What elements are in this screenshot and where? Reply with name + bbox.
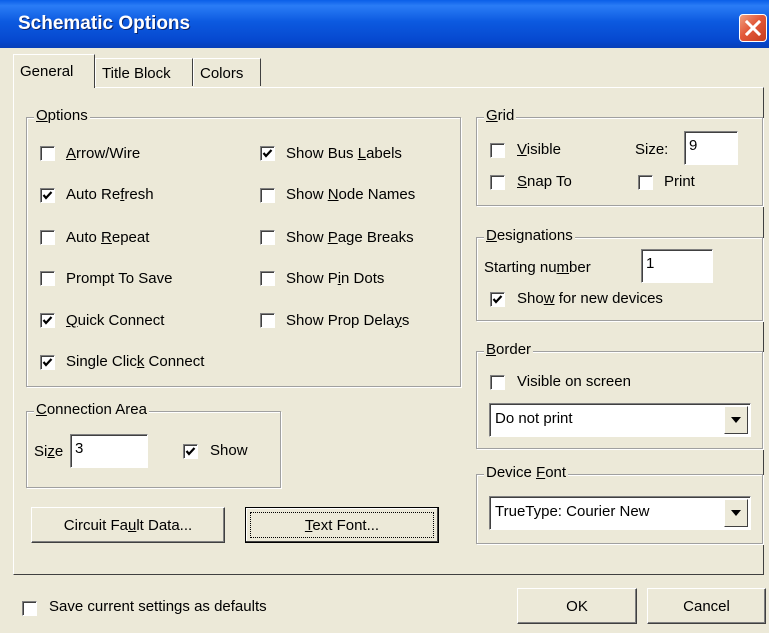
connection-show-label[interactable]: Show [210,442,248,459]
show-prop-delays-checkbox[interactable] [260,313,275,328]
text-font-button[interactable]: Text Font... [245,507,439,543]
tab-title-block[interactable]: Title Block [95,58,193,86]
tab-general[interactable]: General [13,54,95,88]
close-icon [745,20,761,36]
device-font-dropdown-button[interactable] [724,499,748,527]
grid-snap-checkbox[interactable] [490,175,505,190]
grid-print-checkbox[interactable] [638,175,653,190]
show-prop-delays-label[interactable]: Show Prop Delays [286,312,409,329]
grid-visible-checkbox[interactable] [490,143,505,158]
border-legend: Border [484,341,534,358]
show-pin-dots-label[interactable]: Show Pin Dots [286,270,384,287]
connection-size-label: Size [34,443,64,460]
cancel-button[interactable]: Cancel [647,588,766,624]
border-visible-checkbox[interactable] [490,375,505,390]
ok-label: OK [566,598,588,615]
grid-size-input[interactable]: 9 [684,131,738,165]
device-font-value: TrueType: Courier New [495,503,650,520]
grid-snap-label[interactable]: Snap To [517,173,572,190]
grid-size-label: Size: [635,141,669,158]
title-bar[interactable]: Schematic Options [0,0,769,48]
grid-visible-label[interactable]: Visible [517,141,561,158]
quick-connect-checkbox[interactable] [40,313,55,328]
chevron-down-icon [731,510,741,516]
prompt-to-save-checkbox[interactable] [40,271,55,286]
checkmark-icon [262,149,273,158]
ok-button[interactable]: OK [517,588,637,624]
device-font-select[interactable]: TrueType: Courier New [489,496,751,530]
starting-number-input[interactable]: 1 [641,249,713,283]
border-print-select[interactable]: Do not print [489,403,751,437]
tab-title-block-label: Title Block [102,65,171,82]
device-font-legend: Device Font [484,464,569,481]
grid-print-label[interactable]: Print [664,173,695,190]
border-print-dropdown-button[interactable] [724,406,748,434]
show-node-names-checkbox[interactable] [260,188,275,203]
border-print-value: Do not print [495,410,573,427]
tab-colors-label: Colors [200,65,244,82]
close-button[interactable] [739,14,767,42]
quick-connect-label[interactable]: Quick Connect [66,312,164,329]
checkmark-icon [42,191,53,200]
save-defaults-checkbox[interactable] [22,601,37,616]
auto-refresh-label[interactable]: Auto Refresh [66,186,154,203]
show-bus-labels-checkbox[interactable] [260,146,275,161]
options-legend: Options [34,107,90,124]
designations-legend: Designations [484,227,575,244]
connection-size-input[interactable]: 3 [70,434,148,468]
starting-number-label: Starting number [484,259,591,276]
designations-group [476,237,763,321]
show-page-breaks-checkbox[interactable] [260,230,275,245]
chevron-down-icon [731,417,741,423]
show-bus-labels-label[interactable]: Show Bus Labels [286,145,402,162]
show-pin-dots-checkbox[interactable] [260,271,275,286]
checkmark-icon [42,316,53,325]
tab-colors[interactable]: Colors [193,58,261,86]
arrow-wire-checkbox[interactable] [40,146,55,161]
connection-area-legend: Connection Area [34,401,149,418]
single-click-connect-label[interactable]: Single Click Connect [66,353,204,370]
grid-legend: Grid [484,107,517,124]
cancel-label: Cancel [683,598,730,615]
tab-general-label: General [20,63,74,80]
border-visible-label[interactable]: Visible on screen [517,373,631,390]
show-page-breaks-label[interactable]: Show Page Breaks [286,229,414,246]
prompt-to-save-label[interactable]: Prompt To Save [66,270,172,287]
auto-repeat-checkbox[interactable] [40,230,55,245]
single-click-connect-checkbox[interactable] [40,355,55,370]
circuit-fault-data-label: Circuit Fault Data... [63,517,193,534]
arrow-wire-label[interactable]: Arrow/Wire [66,145,140,162]
show-node-names-label[interactable]: Show Node Names [286,186,415,203]
show-new-devices-label[interactable]: Show for new devices [517,290,663,307]
checkmark-icon [185,447,196,456]
checkmark-icon [492,295,503,304]
window-title: Schematic Options [18,13,191,34]
auto-refresh-checkbox[interactable] [40,188,55,203]
connection-show-checkbox[interactable] [183,444,198,459]
checkmark-icon [42,358,53,367]
auto-repeat-label[interactable]: Auto Repeat [66,229,149,246]
save-defaults-label[interactable]: Save current settings as defaults [49,598,267,615]
text-font-label: Text Font... [304,517,380,534]
show-new-devices-checkbox[interactable] [490,292,505,307]
circuit-fault-data-button[interactable]: Circuit Fault Data... [31,507,225,543]
